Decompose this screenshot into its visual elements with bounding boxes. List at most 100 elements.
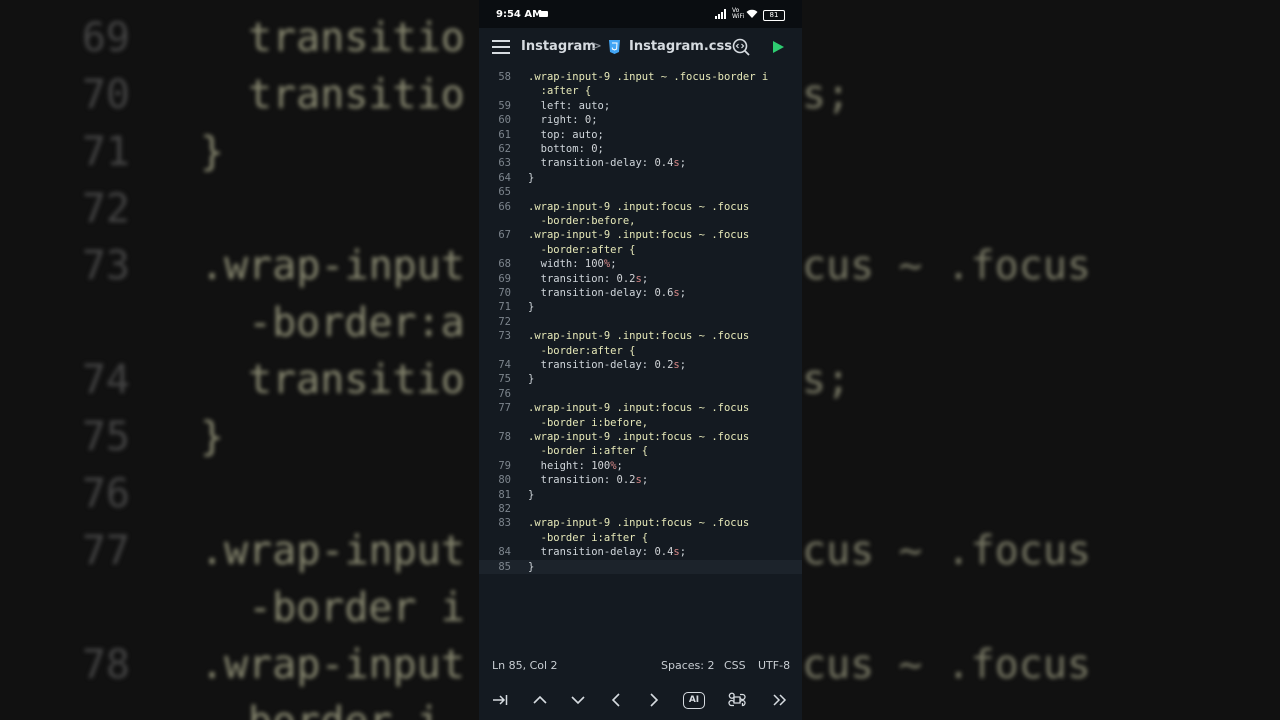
arrow-right-icon[interactable] xyxy=(641,688,667,712)
code-text[interactable]: .wrap-input-9 .input:focus ~ .focus xyxy=(528,401,749,415)
code-line[interactable]: -border i:after { xyxy=(479,531,802,545)
line-number: 61 xyxy=(498,128,511,141)
code-line[interactable]: 78 .wrap-input-9 .input:focus ~ .focus xyxy=(479,430,802,444)
code-text[interactable]: top: auto; xyxy=(528,128,604,142)
background-line-number: 77 xyxy=(81,528,130,574)
background-code-fragment: cus ~ .focus xyxy=(802,642,1091,688)
breadcrumb-project[interactable]: Instagram xyxy=(521,39,596,54)
cursor-position[interactable]: Ln 85, Col 2 xyxy=(492,659,558,672)
code-line[interactable]: 73 .wrap-input-9 .input:focus ~ .focus xyxy=(479,329,802,343)
code-text[interactable]: :after { xyxy=(528,84,592,98)
code-text[interactable]: transition-delay: 0.2s; xyxy=(528,358,686,372)
ai-assistant-button[interactable]: AI xyxy=(681,688,707,712)
status-time: 9:54 AM xyxy=(496,9,543,20)
code-line[interactable]: 79 height: 100%; xyxy=(479,459,802,473)
code-text[interactable]: } xyxy=(528,488,534,502)
code-text[interactable]: } xyxy=(528,560,534,574)
code-line[interactable]: -border:before, xyxy=(479,214,802,228)
code-text[interactable]: .wrap-input-9 .input:focus ~ .focus xyxy=(528,430,749,444)
code-line[interactable]: -border i:before, xyxy=(479,416,802,430)
code-text[interactable]: right: 0; xyxy=(528,113,598,127)
code-line[interactable]: 76 xyxy=(479,387,802,401)
code-line[interactable]: 83 .wrap-input-9 .input:focus ~ .focus xyxy=(479,516,802,530)
language-mode[interactable]: CSS xyxy=(724,659,746,672)
code-line[interactable]: 63 transition-delay: 0.4s; xyxy=(479,156,802,170)
code-line[interactable]: 71} xyxy=(479,300,802,314)
code-editor[interactable]: 58 .wrap-input-9 .input ~ .focus-border i… xyxy=(479,68,802,654)
code-line[interactable]: 70 transition-delay: 0.6s; xyxy=(479,286,802,300)
code-text[interactable]: -border i:after { xyxy=(528,444,648,458)
line-number: 72 xyxy=(498,315,511,328)
line-number: 82 xyxy=(498,503,511,515)
code-text[interactable]: bottom: 0; xyxy=(528,142,604,156)
code-line[interactable]: 74 transition-delay: 0.2s; xyxy=(479,358,802,372)
code-text[interactable]: transition-delay: 0.4s; xyxy=(528,545,686,559)
search-code-icon[interactable] xyxy=(731,37,751,57)
code-line[interactable]: -border:after { xyxy=(479,344,802,358)
code-line[interactable]: 67 .wrap-input-9 .input:focus ~ .focus xyxy=(479,228,802,242)
code-text[interactable]: -border:before, xyxy=(528,214,636,228)
code-text[interactable]: transition: 0.2s; xyxy=(528,473,649,487)
code-text[interactable]: .wrap-input-9 .input:focus ~ .focus xyxy=(528,516,749,530)
code-line[interactable]: 64} xyxy=(479,171,802,185)
code-line[interactable]: 66 .wrap-input-9 .input:focus ~ .focus xyxy=(479,200,802,214)
background-code-fragment: s; xyxy=(802,72,851,118)
breadcrumb-separator: > xyxy=(591,39,602,54)
code-line[interactable]: 82 xyxy=(479,502,802,516)
breadcrumb-file[interactable]: Instagram.css xyxy=(629,39,732,54)
code-text[interactable]: left: auto; xyxy=(528,99,611,113)
code-text[interactable]: -border i:after { xyxy=(528,531,648,545)
line-number: 70 xyxy=(498,287,511,299)
command-key-icon[interactable] xyxy=(724,688,750,712)
code-text[interactable]: .wrap-input-9 .input:focus ~ .focus xyxy=(528,200,749,214)
code-text[interactable]: -border:after { xyxy=(528,243,636,257)
code-text[interactable]: -border:after { xyxy=(528,344,636,358)
code-text[interactable]: transition: 0.2s; xyxy=(528,272,649,286)
code-line[interactable]: 85} xyxy=(479,559,802,574)
code-text[interactable]: transition-delay: 0.6s; xyxy=(528,286,686,300)
arrow-left-icon[interactable] xyxy=(603,688,629,712)
code-line[interactable]: 62 bottom: 0; xyxy=(479,142,802,156)
arrow-up-icon[interactable] xyxy=(527,688,553,712)
more-keys-icon[interactable] xyxy=(767,688,793,712)
code-line[interactable]: 58 .wrap-input-9 .input ~ .focus-border i xyxy=(479,70,802,84)
vowifi-label: Vo WiFi xyxy=(732,7,745,20)
code-line[interactable]: -border i:after { xyxy=(479,444,802,458)
code-line[interactable]: -border:after { xyxy=(479,243,802,257)
code-line[interactable]: 69 transition: 0.2s; xyxy=(479,272,802,286)
file-encoding[interactable]: UTF-8 xyxy=(758,659,790,672)
code-text[interactable]: } xyxy=(528,171,534,185)
code-line[interactable]: 65 xyxy=(479,185,802,199)
code-line[interactable]: 68 width: 100%; xyxy=(479,257,802,271)
code-line[interactable]: 59 left: auto; xyxy=(479,99,802,113)
background-code-fragment: cus ~ .focus xyxy=(802,243,1091,289)
hamburger-menu-icon[interactable] xyxy=(492,40,510,54)
code-text[interactable]: height: 100%; xyxy=(528,459,623,473)
code-line[interactable]: 72 xyxy=(479,315,802,329)
code-line[interactable]: 60 right: 0; xyxy=(479,113,802,127)
phone-screen: 9:54 AM Vo WiFi 81 Instagram > Instagram… xyxy=(479,0,802,720)
code-text[interactable]: } xyxy=(528,372,534,386)
code-line[interactable]: 77 .wrap-input-9 .input:focus ~ .focus xyxy=(479,401,802,415)
code-line[interactable]: :after { xyxy=(479,84,802,98)
code-line[interactable]: 80 transition: 0.2s; xyxy=(479,473,802,487)
code-line[interactable]: 84 transition-delay: 0.4s; xyxy=(479,545,802,559)
code-line[interactable]: 61 top: auto; xyxy=(479,128,802,142)
background-line-text: .wrap-input xyxy=(200,528,465,574)
run-play-icon[interactable] xyxy=(771,40,785,54)
code-line[interactable]: 81} xyxy=(479,488,802,502)
code-text[interactable]: .wrap-input-9 .input:focus ~ .focus xyxy=(528,228,749,242)
tab-key-icon[interactable] xyxy=(487,688,513,712)
code-text[interactable]: } xyxy=(528,300,534,314)
line-number: 71 xyxy=(498,301,511,314)
background-line-number: 69 xyxy=(81,15,130,61)
background-line-text: } xyxy=(200,414,225,460)
code-text[interactable]: .wrap-input-9 .input ~ .focus-border i xyxy=(528,70,768,84)
code-text[interactable]: -border i:before, xyxy=(528,416,648,430)
indent-setting[interactable]: Spaces: 2 xyxy=(661,659,714,672)
arrow-down-icon[interactable] xyxy=(565,688,591,712)
code-text[interactable]: .wrap-input-9 .input:focus ~ .focus xyxy=(528,329,749,343)
code-line[interactable]: 75} xyxy=(479,372,802,386)
code-text[interactable]: width: 100%; xyxy=(528,257,617,271)
code-text[interactable]: transition-delay: 0.4s; xyxy=(528,156,686,170)
